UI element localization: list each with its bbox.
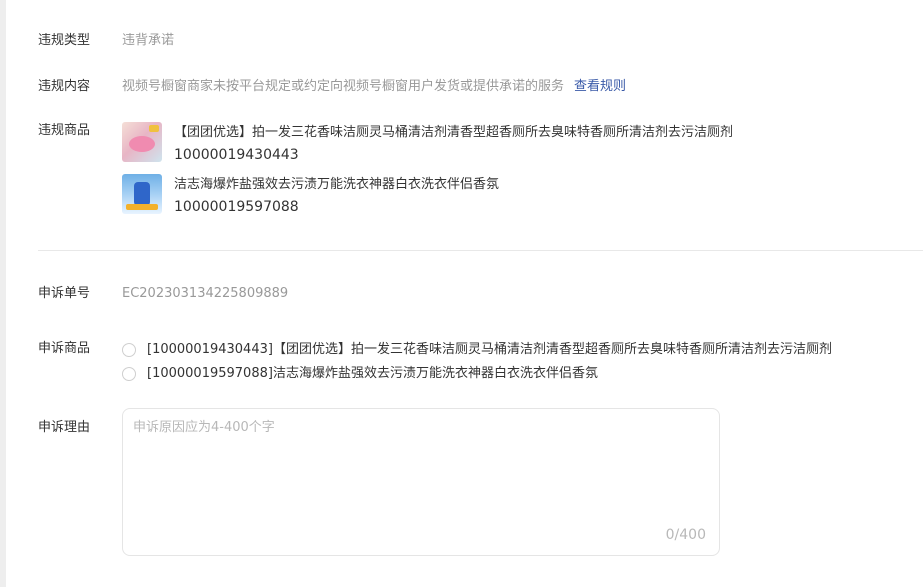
violation-goods-label: 违规商品: [38, 123, 91, 138]
radio-button[interactable]: [122, 367, 136, 381]
product-title: 洁志海爆炸盐强效去污渍万能洗衣神器白衣洗衣伴侣香氛: [174, 177, 500, 192]
product-id: 10000019430443: [174, 147, 299, 163]
violation-type-value: 违背承诺: [122, 33, 175, 48]
appeal-goods-option-label[interactable]: [10000019430443]【团团优选】拍一发三花香味洁厕灵马桶清洁剂清香型…: [147, 341, 832, 359]
violation-content-text: 视频号橱窗商家未按平台规定或约定向视频号橱窗用户发货或提供承诺的服务: [122, 79, 565, 94]
product-title: 【团团优选】拍一发三花香味洁厕灵马桶清洁剂清香型超香厕所去臭味特香厕所清洁剂去污…: [174, 125, 734, 140]
appeal-reason-textarea[interactable]: [123, 409, 719, 555]
violation-content-value: 视频号橱窗商家未按平台规定或约定向视频号橱窗用户发货或提供承诺的服务 查看规则: [122, 78, 626, 96]
appeal-reason-box[interactable]: 0/400: [122, 408, 720, 556]
appeal-goods-label: 申诉商品: [38, 341, 91, 356]
product-thumbnail: [122, 122, 162, 162]
view-rules-link[interactable]: 查看规则: [574, 79, 626, 94]
section-divider: [38, 250, 923, 251]
radio-button[interactable]: [122, 343, 136, 357]
violation-content-label: 违规内容: [38, 79, 91, 94]
violation-goods-item: 洁志海爆炸盐强效去污渍万能洗衣神器白衣洗衣伴侣香氛 10000019597088: [122, 174, 923, 226]
product-thumbnail: [122, 174, 162, 214]
appeal-form-page: 违规类型 违背承诺 违规内容 视频号橱窗商家未按平台规定或约定向视频号橱窗用户发…: [0, 0, 923, 587]
character-counter: 0/400: [665, 527, 706, 543]
appeal-number-value: EC202303134225809889: [122, 286, 289, 301]
appeal-goods-option-label[interactable]: [10000019597088]洁志海爆炸盐强效去污渍万能洗衣神器白衣洗衣伴侣香…: [147, 365, 598, 383]
appeal-reason-label: 申诉理由: [38, 420, 91, 435]
violation-type-label: 违规类型: [38, 33, 91, 48]
left-edge-strip: [0, 0, 6, 587]
violation-goods-list: 【团团优选】拍一发三花香味洁厕灵马桶清洁剂清香型超香厕所去臭味特香厕所清洁剂去污…: [122, 122, 923, 226]
product-id: 10000019597088: [174, 199, 299, 215]
appeal-number-label: 申诉单号: [38, 286, 91, 301]
violation-goods-item: 【团团优选】拍一发三花香味洁厕灵马桶清洁剂清香型超香厕所去臭味特香厕所清洁剂去污…: [122, 122, 923, 174]
